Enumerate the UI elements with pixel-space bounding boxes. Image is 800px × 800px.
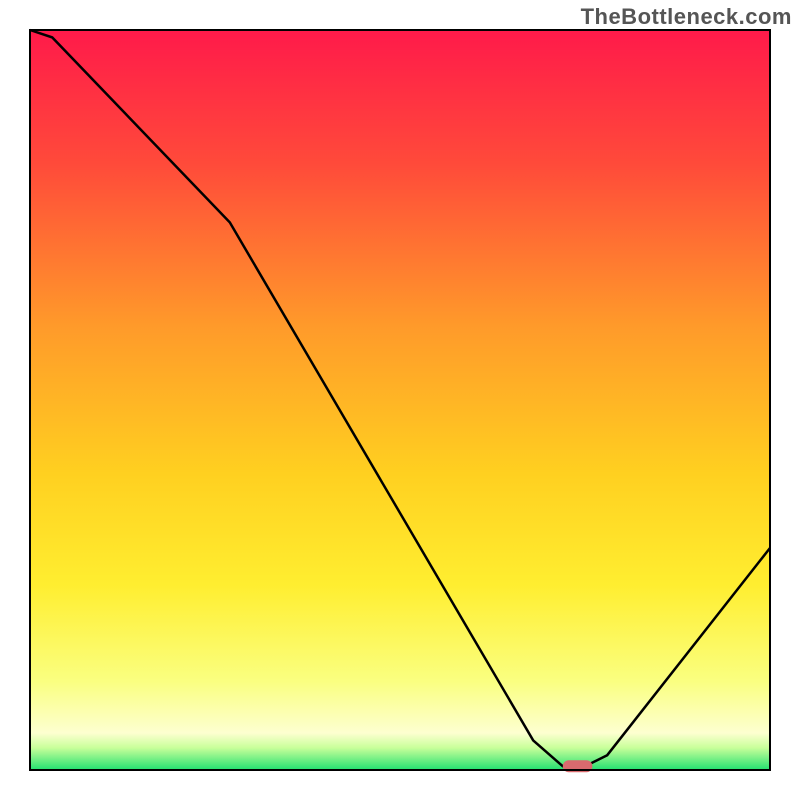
bottleneck-chart: TheBottleneck.com: [0, 0, 800, 800]
chart-svg: [0, 0, 800, 800]
watermark-label: TheBottleneck.com: [581, 4, 792, 30]
plot-background: [30, 30, 770, 770]
